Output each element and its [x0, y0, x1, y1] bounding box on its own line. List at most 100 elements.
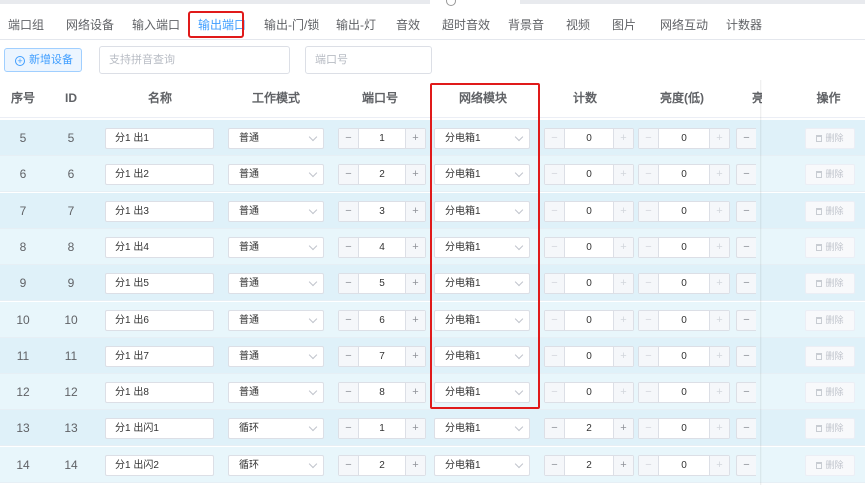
minus-button[interactable]: −: [736, 418, 756, 440]
minus-button[interactable]: −: [639, 165, 659, 185]
tab-9[interactable]: 视频: [566, 10, 590, 40]
plus-button[interactable]: +: [613, 310, 633, 330]
mode-select[interactable]: 普通: [228, 128, 324, 149]
delete-button[interactable]: 删除: [805, 273, 855, 295]
port-stepper[interactable]: − 1 +: [338, 128, 426, 149]
minus-button[interactable]: −: [639, 237, 659, 257]
module-select[interactable]: 分电箱1: [434, 418, 530, 440]
name-input[interactable]: 分1 出7: [105, 345, 214, 367]
count-stepper[interactable]: − 2 +: [544, 418, 634, 440]
minus-button[interactable]: −: [545, 310, 565, 330]
plus-button[interactable]: +: [405, 310, 425, 330]
delete-button[interactable]: 删除: [805, 382, 855, 404]
tab-8[interactable]: 背景音: [508, 10, 544, 40]
plus-button[interactable]: +: [709, 274, 729, 294]
minus-button[interactable]: −: [339, 346, 359, 366]
brightness-stepper[interactable]: − 0 +: [638, 273, 730, 295]
port-stepper[interactable]: − 8 +: [338, 382, 426, 404]
mode-select[interactable]: 普通: [228, 236, 324, 258]
port-stepper[interactable]: − 1 +: [338, 418, 426, 440]
plus-button[interactable]: +: [405, 165, 425, 185]
port-stepper[interactable]: − 5 +: [338, 273, 426, 295]
minus-button[interactable]: −: [339, 455, 359, 475]
plus-button[interactable]: +: [613, 455, 633, 475]
brightness-stepper[interactable]: − 0 +: [638, 164, 730, 186]
minus-button[interactable]: −: [639, 201, 659, 221]
delete-button[interactable]: 删除: [805, 454, 855, 476]
plus-button[interactable]: +: [613, 165, 633, 185]
minus-button[interactable]: −: [545, 455, 565, 475]
minus-button[interactable]: −: [639, 419, 659, 439]
minus-button[interactable]: −: [545, 129, 565, 148]
tab-2[interactable]: 输入端口: [132, 10, 180, 40]
brightness-stepper[interactable]: − 0 +: [638, 418, 730, 440]
minus-button[interactable]: −: [736, 273, 756, 295]
scroll-knob[interactable]: [446, 0, 456, 6]
count-stepper[interactable]: − 0 +: [544, 128, 634, 149]
mode-select[interactable]: 普通: [228, 309, 324, 331]
minus-button[interactable]: −: [545, 346, 565, 366]
mode-select[interactable]: 普通: [228, 345, 324, 367]
name-input[interactable]: 分1 出闪1: [105, 418, 214, 440]
plus-button[interactable]: +: [709, 165, 729, 185]
minus-button[interactable]: −: [339, 201, 359, 221]
tab-7[interactable]: 超时音效: [442, 10, 490, 40]
plus-button[interactable]: +: [405, 455, 425, 475]
name-input[interactable]: 分1 出3: [105, 200, 214, 222]
plus-button[interactable]: +: [709, 419, 729, 439]
tab-11[interactable]: 网络互动: [660, 10, 708, 40]
minus-button[interactable]: −: [339, 310, 359, 330]
tab-4[interactable]: 输出-门/锁: [264, 10, 319, 40]
minus-button[interactable]: −: [639, 383, 659, 403]
tab-12[interactable]: 计数器: [726, 10, 762, 40]
brightness-stepper[interactable]: − 0 +: [638, 345, 730, 367]
minus-button[interactable]: −: [339, 274, 359, 294]
count-stepper[interactable]: − 0 +: [544, 345, 634, 367]
minus-button[interactable]: −: [736, 164, 756, 186]
plus-button[interactable]: +: [613, 237, 633, 257]
delete-button[interactable]: 删除: [805, 309, 855, 331]
plus-button[interactable]: +: [709, 201, 729, 221]
name-input[interactable]: 分1 出闪2: [105, 454, 214, 476]
minus-button[interactable]: −: [736, 345, 756, 367]
plus-button[interactable]: +: [405, 419, 425, 439]
minus-button[interactable]: −: [339, 419, 359, 439]
name-input[interactable]: 分1 出1: [105, 128, 214, 149]
tab-6[interactable]: 音效: [396, 10, 420, 40]
delete-button[interactable]: 删除: [805, 418, 855, 440]
delete-button[interactable]: 删除: [805, 236, 855, 258]
minus-button[interactable]: −: [545, 419, 565, 439]
minus-button[interactable]: −: [339, 129, 359, 148]
brightness-stepper[interactable]: − 0 +: [638, 236, 730, 258]
minus-button[interactable]: −: [639, 274, 659, 294]
count-stepper[interactable]: − 0 +: [544, 200, 634, 222]
port-stepper[interactable]: − 7 +: [338, 345, 426, 367]
plus-button[interactable]: +: [613, 383, 633, 403]
minus-button[interactable]: −: [736, 128, 756, 149]
plus-button[interactable]: +: [613, 274, 633, 294]
minus-button[interactable]: −: [736, 200, 756, 222]
count-stepper[interactable]: − 0 +: [544, 309, 634, 331]
name-input[interactable]: 分1 出8: [105, 382, 214, 404]
minus-button[interactable]: −: [736, 454, 756, 476]
mode-select[interactable]: 普通: [228, 273, 324, 295]
brightness-stepper[interactable]: − 0 +: [638, 200, 730, 222]
count-stepper[interactable]: − 0 +: [544, 382, 634, 404]
tab-0[interactable]: 端口组: [8, 10, 44, 40]
plus-button[interactable]: +: [709, 346, 729, 366]
minus-button[interactable]: −: [736, 236, 756, 258]
minus-button[interactable]: −: [639, 310, 659, 330]
plus-button[interactable]: +: [405, 129, 425, 148]
minus-button[interactable]: −: [545, 383, 565, 403]
plus-button[interactable]: +: [709, 455, 729, 475]
name-input[interactable]: 分1 出4: [105, 236, 214, 258]
minus-button[interactable]: −: [736, 382, 756, 404]
minus-button[interactable]: −: [545, 165, 565, 185]
module-select[interactable]: 分电箱1: [434, 454, 530, 476]
plus-button[interactable]: +: [709, 310, 729, 330]
mode-select[interactable]: 普通: [228, 382, 324, 404]
tab-10[interactable]: 图片: [612, 10, 636, 40]
plus-button[interactable]: +: [405, 237, 425, 257]
plus-button[interactable]: +: [613, 201, 633, 221]
name-input[interactable]: 分1 出2: [105, 164, 214, 186]
